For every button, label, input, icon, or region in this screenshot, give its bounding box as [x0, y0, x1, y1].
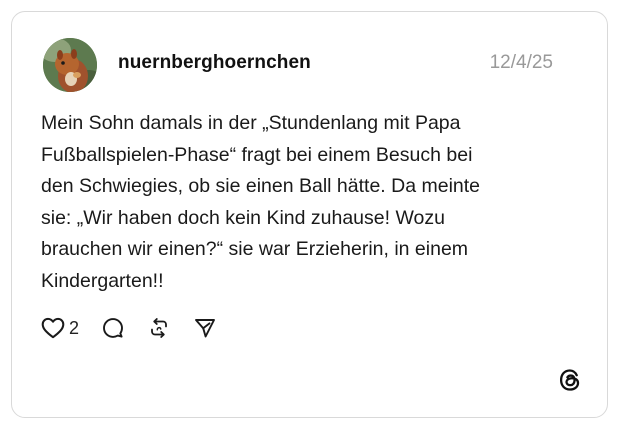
speech-bubble-icon	[103, 318, 123, 338]
avatar[interactable]	[43, 38, 97, 92]
threads-logo-icon	[557, 367, 583, 393]
paper-plane-icon	[195, 319, 215, 338]
heart-icon	[41, 317, 65, 339]
repost-button[interactable]	[147, 316, 171, 340]
post-card: nuernberghoernchen 12/4/25 Mein Sohn dam…	[11, 11, 608, 418]
action-bar: 2	[40, 314, 217, 342]
post-timestamp: 12/4/25	[489, 52, 553, 73]
like-button[interactable]: 2	[40, 315, 79, 341]
share-button[interactable]	[193, 316, 217, 340]
username[interactable]: nuernberghoernchen	[118, 52, 311, 74]
reply-button[interactable]	[101, 316, 125, 340]
post-text: Mein Sohn damals in der „Stundenlang mit…	[41, 112, 481, 292]
squirrel-avatar-icon	[43, 38, 97, 92]
like-count: 2	[69, 317, 80, 338]
repost-icon	[151, 318, 167, 338]
